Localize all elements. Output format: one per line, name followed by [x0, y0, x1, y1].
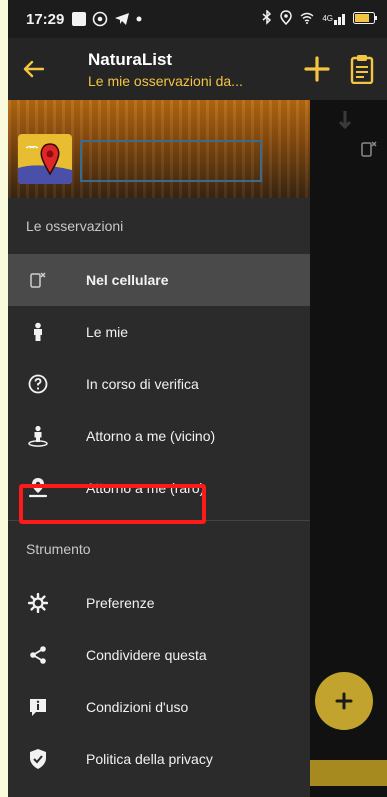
- drawer-item-label: Condizioni d'uso: [86, 699, 189, 715]
- status-bar: 17:29 4G: [8, 0, 387, 38]
- question-circle-icon: [8, 374, 68, 394]
- plus-icon: [304, 56, 330, 82]
- whatsapp-icon: [92, 11, 108, 27]
- drawer-item-label: Attorno a me (raro): [86, 480, 205, 496]
- app-logo: [18, 134, 72, 184]
- network-type: 4G: [322, 13, 333, 23]
- shield-check-icon: [8, 748, 68, 770]
- drawer-item-rare[interactable]: Attorno a me (raro): [8, 462, 310, 514]
- dot-icon: [136, 16, 142, 22]
- clipboard-button[interactable]: [337, 54, 387, 84]
- share-icon: [8, 645, 68, 665]
- phone-sync-icon: [8, 271, 68, 289]
- drawer-item-preferences[interactable]: Preferenze: [8, 577, 310, 629]
- status-time: 17:29: [26, 10, 65, 28]
- app-title: NaturaList: [88, 49, 173, 69]
- add-button[interactable]: [297, 56, 337, 82]
- phone-sync-icon: [361, 141, 377, 157]
- info-icon: [8, 697, 68, 717]
- drawer-item-label: In corso di verifica: [86, 376, 199, 392]
- drawer-item-label: Nel cellulare: [86, 272, 169, 288]
- drawer-item-privacy[interactable]: Politica della privacy: [8, 733, 310, 785]
- wifi-icon: [300, 11, 314, 28]
- plus-icon: [335, 692, 353, 710]
- phone-screen: 17:29 4G NaturaList Le mie osservazioni …: [8, 0, 387, 797]
- person-icon: [8, 322, 68, 342]
- add-observation-fab[interactable]: [315, 672, 373, 730]
- drawer-item-label: Le mie: [86, 324, 129, 340]
- drawer-item-nearby[interactable]: Attorno a me (vicino): [8, 410, 310, 462]
- arrow-down-icon: [338, 111, 352, 130]
- notification-square-icon: [72, 12, 87, 26]
- back-button[interactable]: [8, 60, 58, 78]
- drawer-item-terms[interactable]: Condizioni d'uso: [8, 681, 310, 733]
- user-name-box[interactable]: [80, 140, 262, 182]
- drawer-item-share[interactable]: Condividere questa: [8, 629, 310, 681]
- bluetooth-icon: [262, 8, 272, 29]
- app-bar-titles: NaturaList Le mie osservazioni da...: [88, 50, 297, 89]
- drawer-item-mine[interactable]: Le mie: [8, 306, 310, 358]
- drawer-item-under-review[interactable]: In corso di verifica: [8, 358, 310, 410]
- drawer-header: [8, 100, 310, 198]
- section-title-observations: Le osservazioni: [26, 218, 124, 234]
- gear-icon: [8, 593, 68, 613]
- clipboard-icon: [350, 55, 374, 84]
- drawer-item-label: Condividere questa: [86, 647, 207, 663]
- section-title-tools: Strumento: [26, 541, 91, 557]
- telegram-icon: [114, 11, 130, 27]
- navigation-drawer: Le osservazioni Nel cellulare Le mie In …: [8, 100, 310, 797]
- signal-icon: 4G: [322, 13, 345, 25]
- app-bar: NaturaList Le mie osservazioni da...: [8, 38, 387, 100]
- arrow-left-icon: [23, 60, 44, 78]
- app-subtitle: Le mie osservazioni da...: [88, 72, 243, 89]
- location-icon: [280, 9, 293, 29]
- bottom-strip: [310, 760, 387, 786]
- status-right-icons: 4G: [262, 8, 377, 29]
- drawer-item-on-phone[interactable]: Nel cellulare: [8, 254, 310, 306]
- battery-icon: [353, 11, 377, 28]
- drawer-item-label: Preferenze: [86, 595, 155, 611]
- location-pin-icon: [8, 477, 68, 499]
- drawer-item-label: Attorno a me (vicino): [86, 428, 216, 444]
- drawer-item-label: Politica della privacy: [86, 751, 213, 767]
- person-location-icon: [8, 425, 68, 447]
